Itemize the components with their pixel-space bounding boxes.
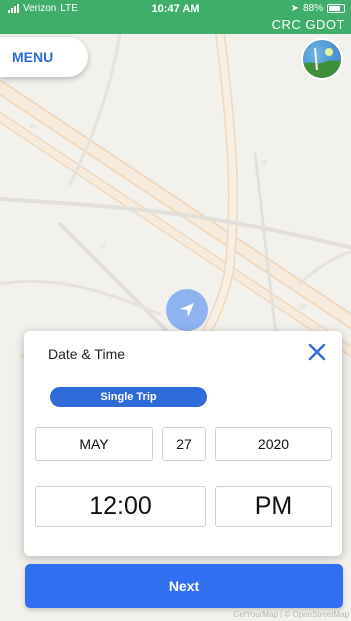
map-attribution[interactable]: GetYourMap | © OpenStreetMap [233,610,349,619]
time-select[interactable]: 12:00 [35,486,206,527]
dialog-title: Date & Time [48,346,126,362]
trip-type-toggle[interactable]: Single Trip [50,387,207,407]
am-pm-select[interactable]: PM [215,486,332,527]
month-select[interactable]: MAY [35,427,153,461]
date-time-dialog: Date & Time Single Trip MAY 27 2020 12:0… [24,331,342,556]
year-select[interactable]: 2020 [215,427,332,461]
next-button[interactable]: Next [25,564,343,608]
status-bar: Verizon LTE 10:47 AM ➤ 88% CRC GDOT [0,0,351,34]
locate-me-button[interactable] [166,289,208,331]
menu-button[interactable]: MENU [0,37,88,77]
battery-icon [327,4,345,13]
day-select[interactable]: 27 [162,427,206,461]
close-icon[interactable] [306,341,328,363]
battery-percent: 88% [302,3,323,14]
navigation-arrow-icon [180,303,194,317]
org-label: CRC GDOT [271,17,345,32]
location-icon: ➤ [290,3,299,14]
agency-logo-icon[interactable] [301,38,343,80]
status-right: ➤ 88% [291,3,345,14]
